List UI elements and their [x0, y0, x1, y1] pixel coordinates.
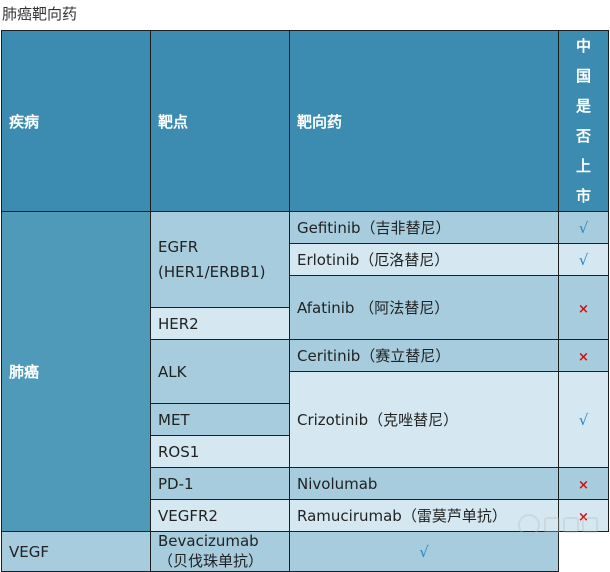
cross-icon: × [578, 477, 589, 493]
approved-cell: √ [558, 211, 609, 244]
header-approved-char: 否 [575, 127, 591, 145]
header-target: 靶点 [150, 30, 290, 212]
header-approved-char: 国 [575, 67, 591, 85]
header-approved-char: 是 [575, 97, 591, 115]
header-approved-char: 中 [575, 37, 591, 55]
drug-cell: Nivolumab [289, 467, 559, 500]
target-cell: VEGF [1, 531, 151, 572]
table-header-row: 疾病 靶点 靶向药 中 国 是 否 上 市 [1, 30, 609, 212]
drug-cell: Gefitinib（吉非替尼） [289, 211, 559, 244]
target-cell: VEGFR2 [150, 499, 290, 532]
table-row: 肺癌 EGFR (HER1/ERBB1) Gefitinib（吉非替尼） √ [1, 211, 609, 532]
check-icon: √ [578, 218, 589, 237]
disease-cell: 肺癌 [1, 211, 151, 532]
header-approved-char: 上 [575, 157, 591, 175]
header-approved-in-china: 中 国 是 否 上 市 [558, 30, 609, 212]
drug-cell: Crizotinib（克唑替尼） [289, 371, 559, 468]
check-icon: √ [578, 410, 589, 429]
approved-cell: × [558, 467, 609, 500]
check-icon: √ [419, 542, 429, 561]
drug-cell: Bevacizumab（贝伐珠单抗） [150, 531, 290, 572]
cross-icon: × [578, 349, 589, 365]
target-cell: ALK [150, 339, 290, 404]
target-cell: ROS1 [150, 435, 290, 468]
header-disease: 疾病 [1, 30, 151, 212]
check-icon: √ [578, 250, 589, 269]
header-drug: 靶向药 [289, 30, 559, 212]
target-cell: EGFR (HER1/ERBB1) [150, 211, 290, 308]
approved-cell: × [558, 275, 609, 340]
drug-cell: Erlotinib（厄洛替尼） [289, 243, 559, 276]
watermark-logo [518, 511, 604, 539]
approved-cell: × [558, 339, 609, 372]
target-cell: PD-1 [150, 467, 290, 500]
lung-cancer-targeted-drug-table: 疾病 靶点 靶向药 中 国 是 否 上 市 肺癌 EGFR (HER1/ERBB… [1, 30, 609, 572]
page-title: 肺癌靶向药 [2, 5, 78, 23]
target-cell: MET [150, 403, 290, 436]
drug-cell: Ceritinib（赛立替尼） [289, 339, 559, 372]
header-approved-char: 市 [575, 187, 591, 205]
drug-cell: Afatinib （阿法替尼） [289, 275, 559, 340]
watermark-circle-icon [518, 514, 540, 536]
cross-icon: × [578, 301, 589, 317]
approved-cell: √ [558, 243, 609, 276]
watermark-glyphs [544, 517, 598, 533]
target-cell: HER2 [150, 307, 290, 340]
approved-cell: √ [558, 371, 609, 468]
